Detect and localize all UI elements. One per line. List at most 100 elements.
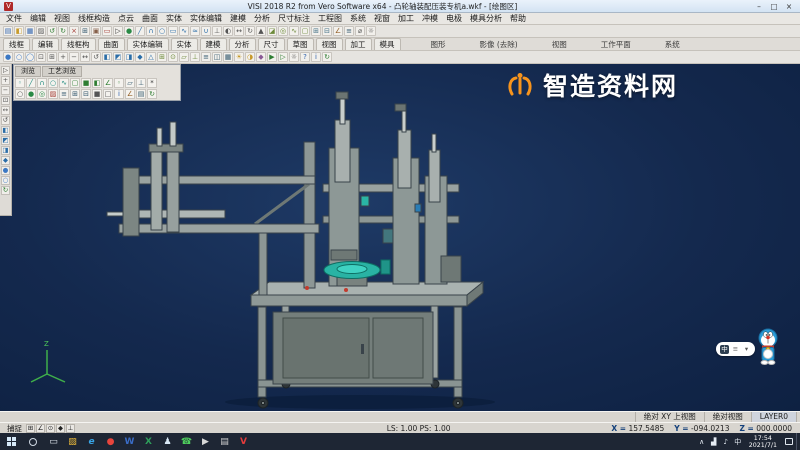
toolbar-icon[interactable]: ☼: [366, 26, 376, 36]
palette-icon[interactable]: ↻: [147, 89, 157, 99]
palette-icon[interactable]: ∠: [125, 89, 135, 99]
menu-item[interactable]: 点云: [114, 13, 138, 24]
toolbar-icon[interactable]: ↺: [47, 26, 57, 36]
toolbar-icon[interactable]: −: [69, 52, 79, 62]
ribbon-tab[interactable]: 编辑: [32, 38, 59, 50]
view-tool-icon[interactable]: −: [1, 86, 10, 95]
view-indicator[interactable]: 绝对视图: [704, 412, 751, 422]
toolbar-icon[interactable]: ≡: [201, 52, 211, 62]
taskbar-app[interactable]: ☎: [177, 433, 196, 450]
view-tool-icon[interactable]: ◧: [1, 126, 10, 135]
toolbar-icon[interactable]: ◎: [278, 26, 288, 36]
palette-icon[interactable]: ≡: [59, 89, 69, 99]
toolbar-icon[interactable]: ◨: [124, 52, 134, 62]
view-tool-icon[interactable]: ↺: [1, 116, 10, 125]
view-tool-icon[interactable]: ↔: [1, 106, 10, 115]
toolbar-icon[interactable]: ?: [300, 52, 310, 62]
viewport-3d[interactable]: Z ▷+−⊡↔↺◧◩◨◆●○↻ 浏览工艺浏览 ◦╱∩○∿▢■◧∠◦▱⊥* ○●◎…: [0, 64, 800, 411]
toolbar-icon[interactable]: ↻: [322, 52, 332, 62]
view-tool-icon[interactable]: ⊡: [1, 96, 10, 105]
palette-icon[interactable]: ∿: [59, 78, 69, 88]
palette-icon[interactable]: ▱: [125, 78, 135, 88]
toolbar-icon[interactable]: ▤: [3, 26, 13, 36]
toolbar-icon[interactable]: △: [146, 52, 156, 62]
menu-item[interactable]: 实体编辑: [186, 13, 226, 24]
ribbon-tab[interactable]: 实体编辑: [127, 38, 169, 50]
menu-item[interactable]: 视窗: [370, 13, 394, 24]
toolbar-icon[interactable]: ◆: [135, 52, 145, 62]
minimize-button[interactable]: –: [752, 1, 766, 12]
palette-icon[interactable]: ■: [92, 89, 102, 99]
toolbar-icon[interactable]: ◫: [212, 52, 222, 62]
palette-icon[interactable]: ◧: [92, 78, 102, 88]
view-tool-icon[interactable]: ◩: [1, 136, 10, 145]
toolbar-icon[interactable]: ⊥: [212, 26, 222, 36]
palette-icon[interactable]: ◦: [114, 78, 124, 88]
menu-item[interactable]: 曲面: [138, 13, 162, 24]
toolbar-icon[interactable]: ×: [69, 26, 79, 36]
palette-icon[interactable]: ∩: [37, 78, 47, 88]
toolbar-icon[interactable]: ↔: [80, 52, 90, 62]
toolbar-icon[interactable]: ◧: [102, 52, 112, 62]
toolbar-icon[interactable]: ▱: [179, 52, 189, 62]
ime-button[interactable]: 中: [720, 345, 729, 354]
toolbar-icon[interactable]: ◐: [223, 26, 233, 36]
tray-icon[interactable]: ▟: [708, 438, 720, 446]
toolbar-icon[interactable]: ◪: [267, 26, 277, 36]
toolbar-icon[interactable]: ∠: [333, 26, 343, 36]
palette-icon[interactable]: ▤: [136, 89, 146, 99]
toolbar-icon[interactable]: ⊞: [47, 52, 57, 62]
toolbar-icon[interactable]: ☼: [289, 52, 299, 62]
tray-icon[interactable]: 中: [732, 437, 744, 447]
toolbar-icon[interactable]: ☀: [234, 52, 244, 62]
close-button[interactable]: ×: [782, 1, 796, 12]
ime-button[interactable]: ▾: [742, 345, 751, 354]
maximize-button[interactable]: □: [767, 1, 781, 12]
view-tool-icon[interactable]: ○: [1, 176, 10, 185]
toolbar-icon[interactable]: ↺: [91, 52, 101, 62]
ribbon-tab[interactable]: 加工: [345, 38, 372, 50]
palette-icon[interactable]: i: [114, 89, 124, 99]
menu-item[interactable]: 模具分析: [466, 13, 506, 24]
taskbar-app[interactable]: ▭: [44, 433, 63, 450]
layer-indicator[interactable]: LAYER0: [751, 412, 797, 422]
ribbon-tab[interactable]: 线框: [3, 38, 30, 50]
menu-item[interactable]: 帮助: [506, 13, 530, 24]
toolbar-icon[interactable]: ↻: [58, 26, 68, 36]
action-center-button[interactable]: [782, 433, 796, 450]
ime-button[interactable]: ≡: [731, 345, 740, 354]
toolbar-icon[interactable]: ∩: [146, 26, 156, 36]
snap-toggle[interactable]: ⊞: [26, 424, 35, 433]
toolbar-icon[interactable]: ◑: [245, 52, 255, 62]
menu-item[interactable]: 分析: [250, 13, 274, 24]
toolbar-icon[interactable]: ▷: [113, 26, 123, 36]
toolbar-icon[interactable]: ▨: [36, 26, 46, 36]
palette-icon[interactable]: □: [103, 89, 113, 99]
tray-icon[interactable]: ♪: [720, 438, 732, 446]
menu-item[interactable]: 线框构造: [74, 13, 114, 24]
menu-item[interactable]: 建模: [226, 13, 250, 24]
palette-icon[interactable]: ●: [26, 89, 36, 99]
toolbar-icon[interactable]: +: [58, 52, 68, 62]
toolbar-icon[interactable]: ⊙: [168, 52, 178, 62]
palette-icon[interactable]: ∠: [103, 78, 113, 88]
show-desktop-button[interactable]: [796, 433, 800, 450]
palette-tab[interactable]: 浏览: [15, 66, 41, 77]
toolbar-icon[interactable]: ▲: [256, 26, 266, 36]
ribbon-tab[interactable]: 视图: [316, 38, 343, 50]
menu-item[interactable]: 工程图: [314, 13, 346, 24]
palette-icon[interactable]: ╱: [26, 78, 36, 88]
snap-toggle[interactable]: ∠: [36, 424, 45, 433]
toolbar-icon[interactable]: ⊞: [80, 26, 90, 36]
menu-item[interactable]: 编辑: [26, 13, 50, 24]
menu-item[interactable]: 系统: [346, 13, 370, 24]
palette-icon[interactable]: ⊥: [136, 78, 146, 88]
taskbar-app[interactable]: e: [82, 433, 101, 450]
ime-toolbar[interactable]: 中≡▾: [716, 342, 755, 356]
menu-item[interactable]: 加工: [394, 13, 418, 24]
palette-icon[interactable]: ⊟: [81, 89, 91, 99]
toolbar-icon[interactable]: ○: [157, 26, 167, 36]
toolbar-icon[interactable]: ◯: [25, 52, 35, 62]
toolbar-icon[interactable]: ↔: [234, 26, 244, 36]
ribbon-tab[interactable]: 实体: [171, 38, 198, 50]
